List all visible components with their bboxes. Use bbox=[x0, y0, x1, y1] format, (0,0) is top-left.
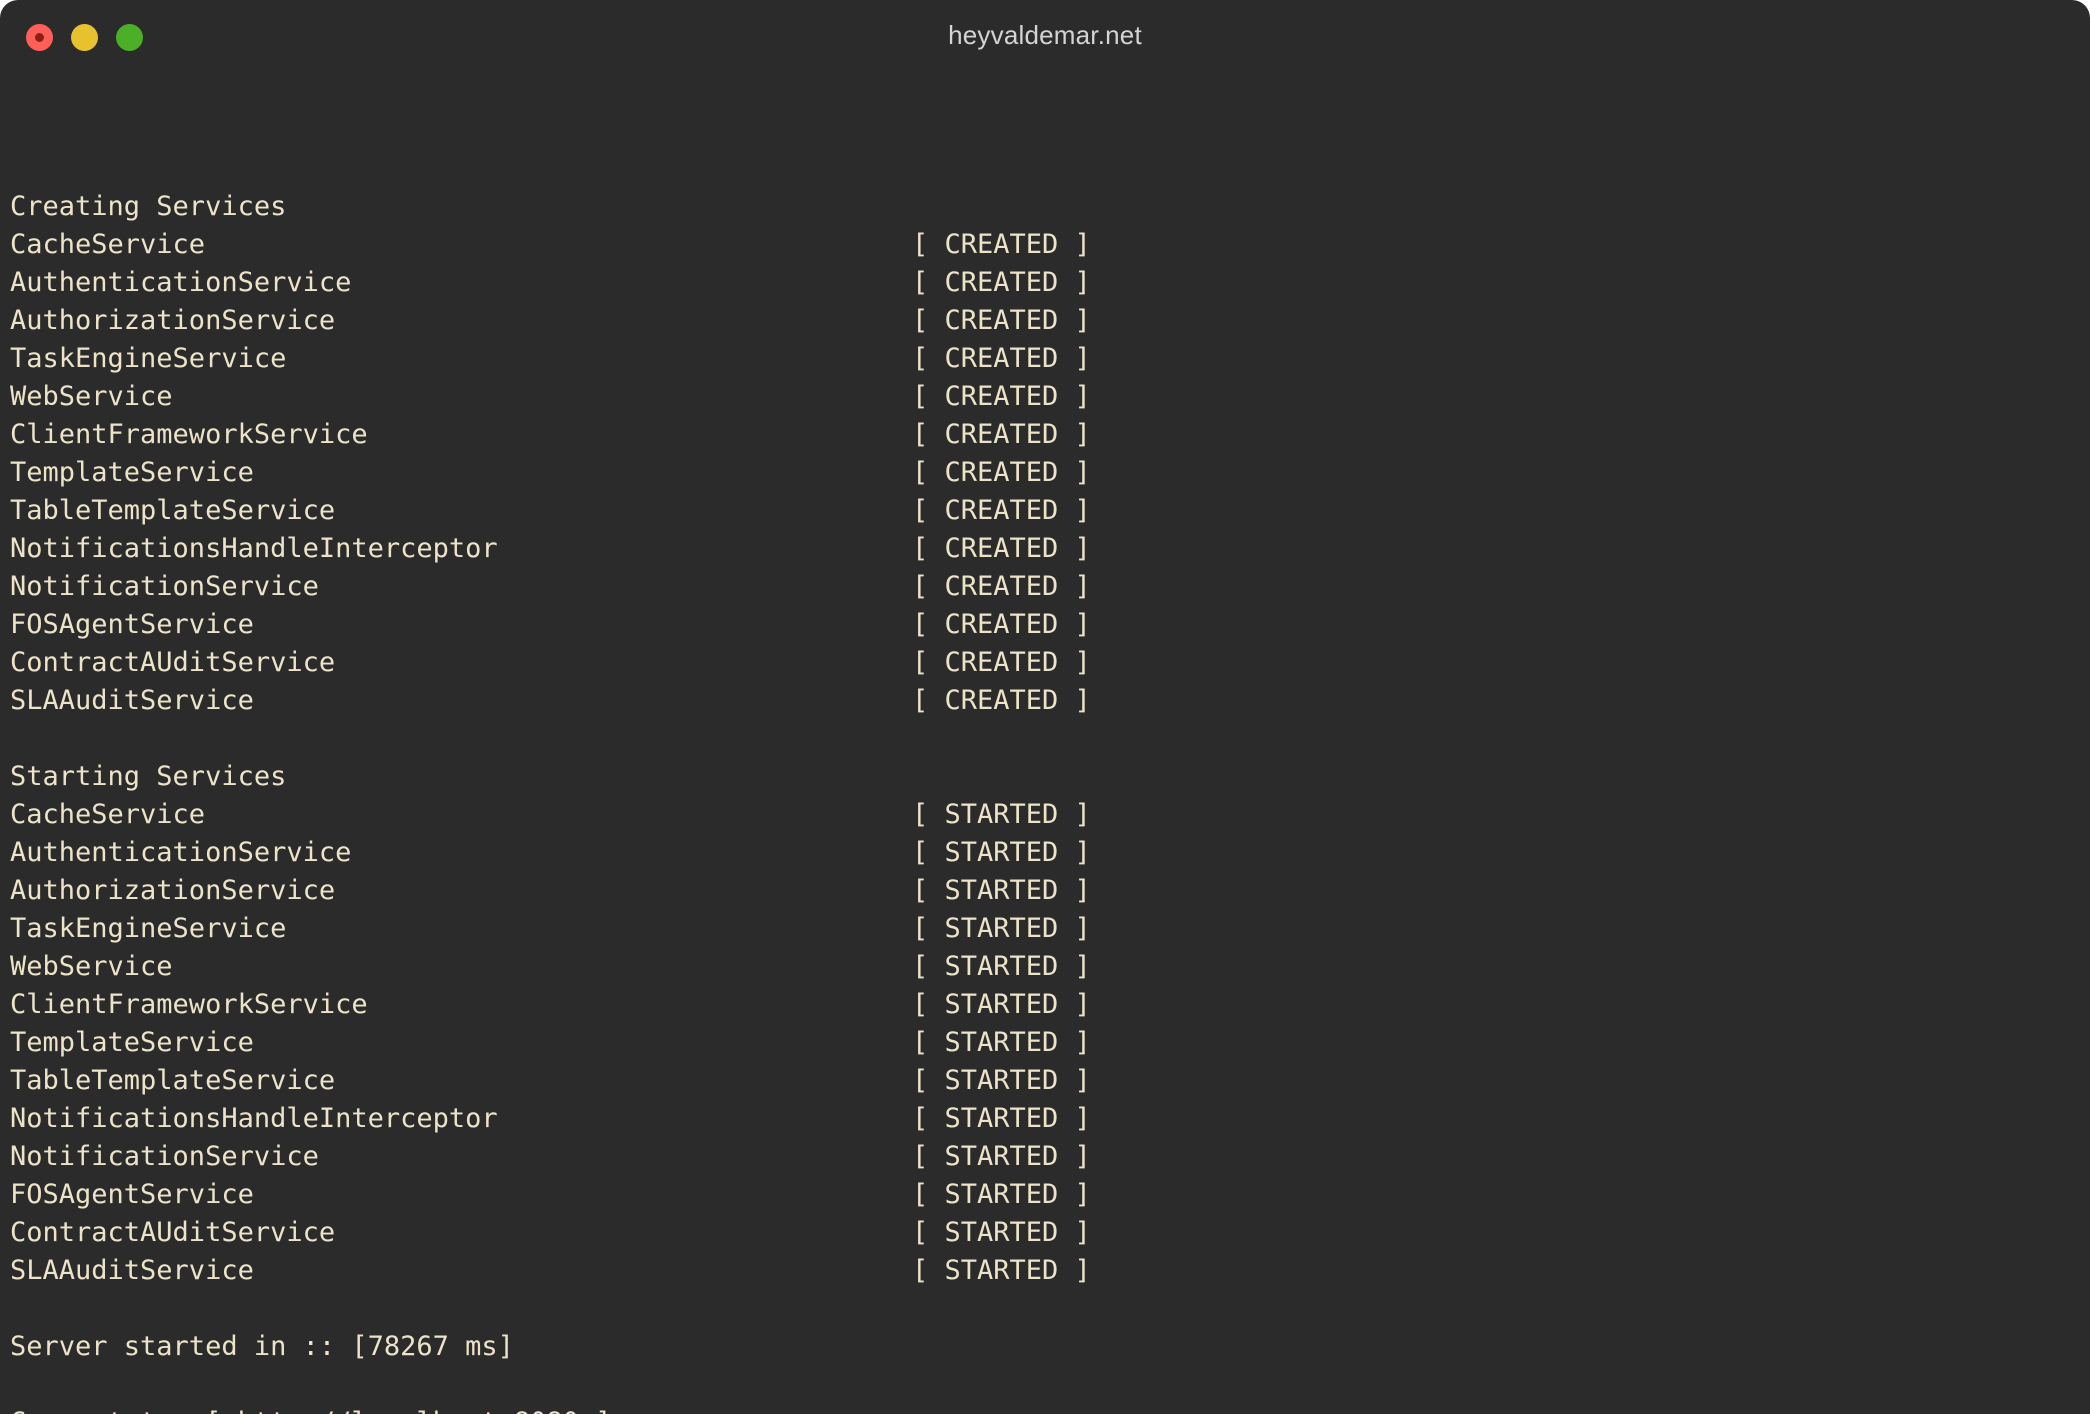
service-row: TableTemplateService [ STARTED ] bbox=[10, 1062, 2090, 1100]
service-row: NotificationService [ CREATED ] bbox=[10, 568, 2090, 606]
service-row: SLAAuditService [ CREATED ] bbox=[10, 682, 2090, 720]
service-name: FOSAgentService bbox=[10, 1179, 254, 1210]
service-status: [ STARTED ] bbox=[912, 799, 1091, 830]
server-started-line: Server started in :: [78267 ms] bbox=[10, 1328, 2090, 1366]
service-name: TableTemplateService bbox=[10, 495, 336, 526]
service-status: [ CREATED ] bbox=[912, 533, 1091, 564]
service-status: [ CREATED ] bbox=[912, 343, 1091, 374]
service-status: [ CREATED ] bbox=[912, 419, 1091, 450]
service-name: WebService bbox=[10, 381, 173, 412]
service-status: [ CREATED ] bbox=[912, 647, 1091, 678]
server-started-line-text: Server started in :: [78267 ms] bbox=[10, 1331, 514, 1362]
service-row: WebService [ CREATED ] bbox=[10, 378, 2090, 416]
service-row: ContractAUditService [ CREATED ] bbox=[10, 644, 2090, 682]
service-status: [ STARTED ] bbox=[912, 1103, 1091, 1134]
section-header-label: Starting Services bbox=[10, 761, 287, 792]
service-row: ClientFrameworkService [ CREATED ] bbox=[10, 416, 2090, 454]
service-row: AuthorizationService [ STARTED ] bbox=[10, 872, 2090, 910]
service-name: CacheService bbox=[10, 229, 206, 260]
service-row: ContractAUditService [ STARTED ] bbox=[10, 1214, 2090, 1252]
service-name: CacheService bbox=[10, 799, 206, 830]
service-row: SLAAuditService [ STARTED ] bbox=[10, 1252, 2090, 1290]
service-status: [ CREATED ] bbox=[912, 609, 1091, 640]
service-status: [ STARTED ] bbox=[912, 913, 1091, 944]
section-header-label: Creating Services bbox=[10, 191, 287, 222]
terminal-output[interactable]: Creating Services CacheService [ CREATED ]… bbox=[0, 74, 2090, 1414]
service-name: WebService bbox=[10, 951, 173, 982]
service-name: NotificationsHandleInterceptor bbox=[10, 533, 498, 564]
service-status: [ STARTED ] bbox=[912, 1065, 1091, 1096]
service-row: ClientFrameworkService [ STARTED ] bbox=[10, 986, 2090, 1024]
terminal-window: heyvaldemar.net Creating Services CacheSe… bbox=[0, 0, 2090, 1414]
service-row: NotificationsHandleInterceptor [ CREATED … bbox=[10, 530, 2090, 568]
connect-line-text: Connect to: [ http://localhost:8080 ] bbox=[10, 1407, 611, 1414]
service-status: [ STARTED ] bbox=[912, 875, 1091, 906]
service-name: TemplateService bbox=[10, 457, 254, 488]
service-status: [ STARTED ] bbox=[912, 1255, 1091, 1286]
service-name: FOSAgentService bbox=[10, 609, 254, 640]
service-status: [ CREATED ] bbox=[912, 381, 1091, 412]
service-name: ContractAUditService bbox=[10, 1217, 336, 1248]
service-name: NotificationService bbox=[10, 1141, 319, 1172]
window-title: heyvaldemar.net bbox=[948, 20, 1142, 50]
service-row: TaskEngineService [ CREATED ] bbox=[10, 340, 2090, 378]
service-status: [ CREATED ] bbox=[912, 685, 1091, 716]
service-row: WebService [ STARTED ] bbox=[10, 948, 2090, 986]
service-row: FOSAgentService [ CREATED ] bbox=[10, 606, 2090, 644]
service-row: TemplateService [ CREATED ] bbox=[10, 454, 2090, 492]
connect-line: Connect to: [ http://localhost:8080 ] bbox=[10, 1404, 2090, 1414]
window-titlebar: heyvaldemar.net bbox=[0, 0, 2090, 74]
service-status: [ CREATED ] bbox=[912, 229, 1091, 260]
service-row: NotificationsHandleInterceptor [ STARTED … bbox=[10, 1100, 2090, 1138]
service-status: [ STARTED ] bbox=[912, 989, 1091, 1020]
service-status: [ STARTED ] bbox=[912, 837, 1091, 868]
service-row: FOSAgentService [ STARTED ] bbox=[10, 1176, 2090, 1214]
service-name: AuthenticationService bbox=[10, 267, 352, 298]
service-row: AuthenticationService [ CREATED ] bbox=[10, 264, 2090, 302]
service-status: [ CREATED ] bbox=[912, 495, 1091, 526]
service-status: [ CREATED ] bbox=[912, 571, 1091, 602]
service-status: [ CREATED ] bbox=[912, 457, 1091, 488]
service-name: TemplateService bbox=[10, 1027, 254, 1058]
service-row: NotificationService [ STARTED ] bbox=[10, 1138, 2090, 1176]
service-status: [ STARTED ] bbox=[912, 1027, 1091, 1058]
service-name: AuthorizationService bbox=[10, 305, 336, 336]
service-status: [ STARTED ] bbox=[912, 951, 1091, 982]
service-row: AuthorizationService [ CREATED ] bbox=[10, 302, 2090, 340]
service-name: NotificationService bbox=[10, 571, 319, 602]
service-status: [ CREATED ] bbox=[912, 305, 1091, 336]
service-name: SLAAuditService bbox=[10, 685, 254, 716]
service-status: [ STARTED ] bbox=[912, 1179, 1091, 1210]
service-row: AuthenticationService [ STARTED ] bbox=[10, 834, 2090, 872]
service-row: CacheService [ CREATED ] bbox=[10, 226, 2090, 264]
service-name: NotificationsHandleInterceptor bbox=[10, 1103, 498, 1134]
service-name: ClientFrameworkService bbox=[10, 419, 368, 450]
service-row: TaskEngineService [ STARTED ] bbox=[10, 910, 2090, 948]
service-name: SLAAuditService bbox=[10, 1255, 254, 1286]
service-row: CacheService [ STARTED ] bbox=[10, 796, 2090, 834]
service-status: [ STARTED ] bbox=[912, 1217, 1091, 1248]
service-name: ContractAUditService bbox=[10, 647, 336, 678]
service-name: ClientFrameworkService bbox=[10, 989, 368, 1020]
service-name: TableTemplateService bbox=[10, 1065, 336, 1096]
service-row: TemplateService [ STARTED ] bbox=[10, 1024, 2090, 1062]
service-name: AuthorizationService bbox=[10, 875, 336, 906]
service-row: TableTemplateService [ CREATED ] bbox=[10, 492, 2090, 530]
service-name: TaskEngineService bbox=[10, 343, 287, 374]
section-header: Creating Services bbox=[10, 188, 2090, 226]
service-name: AuthenticationService bbox=[10, 837, 352, 868]
section-header: Starting Services bbox=[10, 758, 2090, 796]
service-status: [ CREATED ] bbox=[912, 267, 1091, 298]
service-status: [ STARTED ] bbox=[912, 1141, 1091, 1172]
service-name: TaskEngineService bbox=[10, 913, 287, 944]
